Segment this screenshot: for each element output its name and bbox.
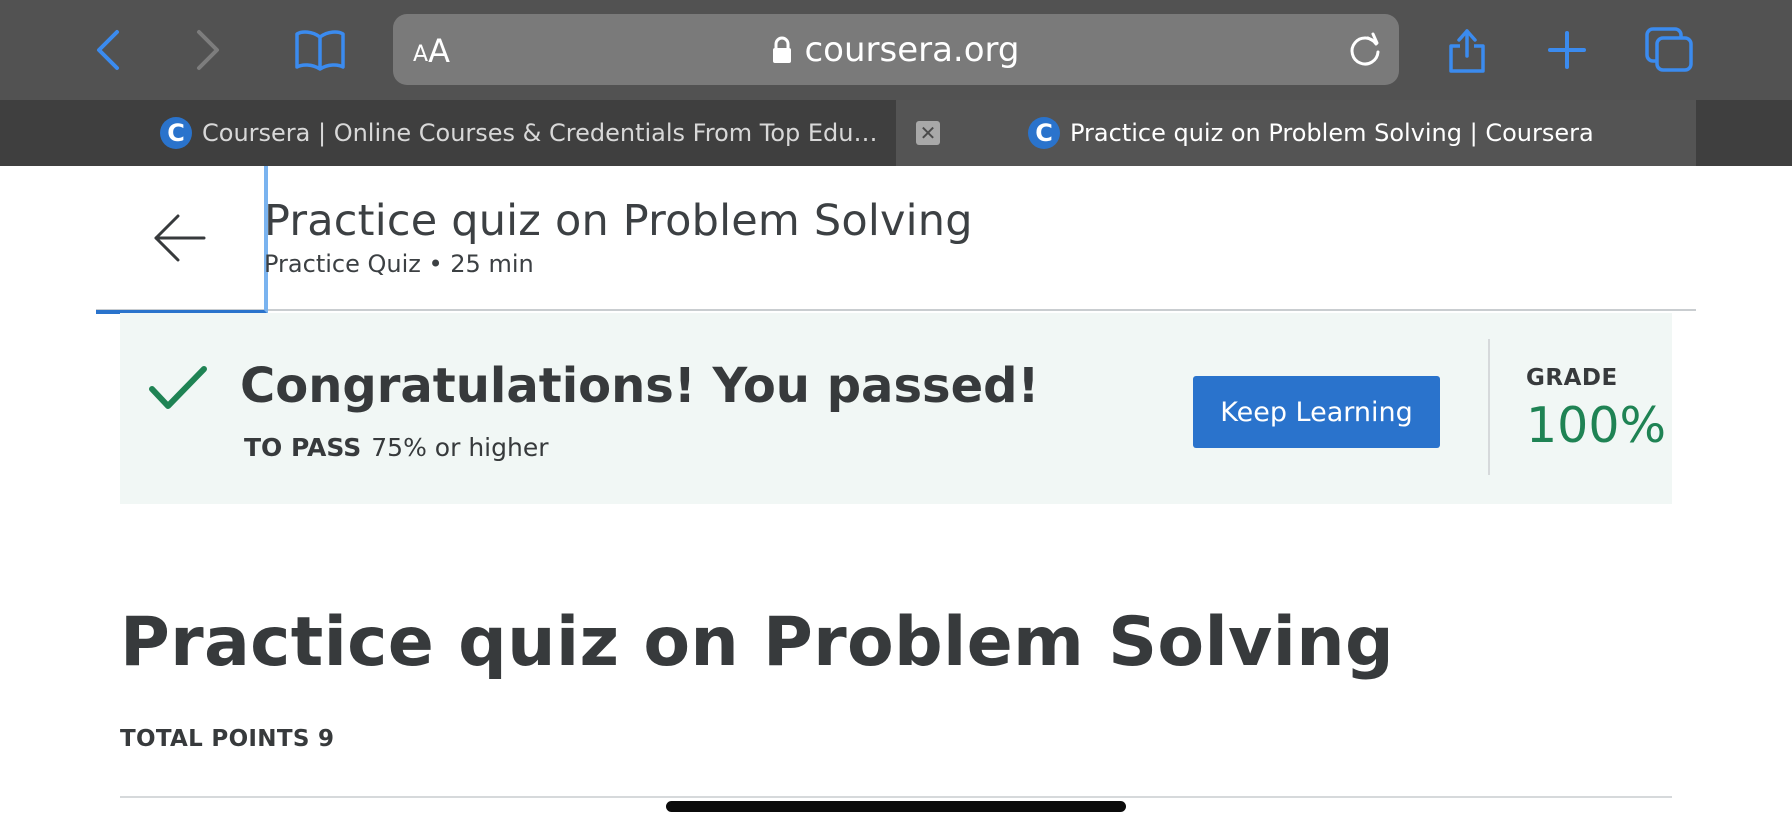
coursera-favicon-icon: C bbox=[160, 117, 192, 149]
lock-icon bbox=[773, 36, 792, 63]
share-icon[interactable] bbox=[1437, 20, 1497, 80]
page-back-arrow-icon bbox=[154, 214, 206, 262]
pass-requirement: TO PASS 75% or higher bbox=[244, 433, 548, 462]
url-text: coursera.org bbox=[804, 29, 1020, 70]
tabs-overview-icon[interactable] bbox=[1639, 20, 1699, 80]
section-divider bbox=[120, 796, 1672, 798]
back-arrow-icon[interactable] bbox=[78, 20, 138, 80]
to-pass-value: 75% or higher bbox=[371, 433, 549, 462]
url-display[interactable]: coursera.org bbox=[393, 14, 1399, 85]
to-pass-label: TO PASS bbox=[244, 433, 362, 462]
close-tab-icon[interactable]: ✕ bbox=[916, 121, 940, 145]
total-points: TOTAL POINTS 9 bbox=[120, 726, 335, 752]
page-back-button[interactable] bbox=[96, 166, 268, 314]
grade-value: 100% bbox=[1526, 397, 1667, 454]
tab-strip: C Coursera | Online Courses & Credential… bbox=[0, 100, 1792, 166]
result-title: Congratulations! You passed! bbox=[240, 358, 1040, 414]
quiz-title: Practice quiz on Problem Solving bbox=[120, 603, 1394, 682]
reload-icon[interactable] bbox=[1345, 30, 1385, 70]
banner-divider bbox=[1488, 339, 1490, 475]
bookmarks-icon[interactable] bbox=[290, 20, 350, 80]
page-header-subtitle: Practice Quiz • 25 min bbox=[264, 250, 534, 278]
home-indicator[interactable] bbox=[666, 801, 1126, 812]
tab-coursera-home[interactable]: C Coursera | Online Courses & Credential… bbox=[160, 100, 896, 166]
quiz-result-banner: Congratulations! You passed! TO PASS 75% … bbox=[120, 313, 1672, 504]
tab-practice-quiz[interactable]: ✕ C Practice quiz on Problem Solving | C… bbox=[896, 100, 1696, 166]
keep-learning-button[interactable]: Keep Learning bbox=[1193, 376, 1440, 448]
coursera-favicon-icon: C bbox=[1028, 117, 1060, 149]
page-header-title: Practice quiz on Problem Solving bbox=[264, 196, 973, 246]
browser-toolbar: A A coursera.org bbox=[0, 0, 1792, 100]
tab-title: Coursera | Online Courses & Credentials … bbox=[202, 119, 878, 147]
tab-title: Practice quiz on Problem Solving | Cours… bbox=[1070, 119, 1594, 147]
checkmark-icon bbox=[149, 366, 207, 409]
page-header: Practice quiz on Problem Solving Practic… bbox=[96, 166, 1696, 314]
forward-arrow-icon[interactable] bbox=[178, 20, 238, 80]
address-bar[interactable]: A A coursera.org bbox=[393, 14, 1399, 85]
grade-label: GRADE bbox=[1526, 365, 1618, 391]
new-tab-icon[interactable] bbox=[1537, 20, 1597, 80]
